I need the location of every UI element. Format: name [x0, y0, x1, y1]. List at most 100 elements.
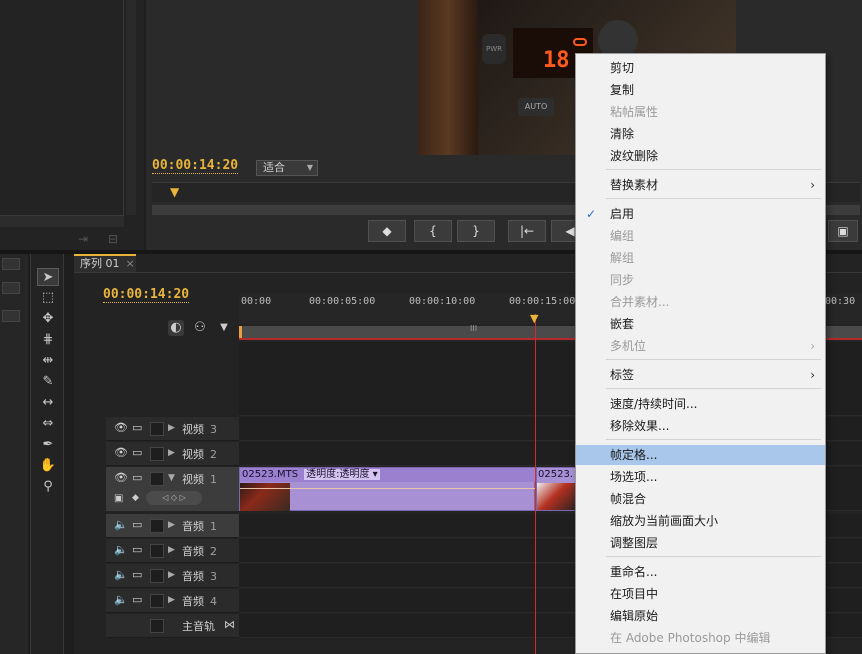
menu-item-label[interactable]: 标签 › [576, 365, 825, 385]
track-lock-box[interactable] [150, 472, 164, 486]
menu-item-clear[interactable]: 清除 [576, 124, 825, 144]
track-header-audio3[interactable]: 🔈 ▭ ▶ 音频 3 [106, 564, 239, 588]
strip-control[interactable] [2, 282, 20, 294]
track-header-audio1[interactable]: 🔈 ▭ ▶ 音频 1 [106, 514, 239, 538]
expand-triangle-icon[interactable]: ▶ [168, 545, 175, 555]
project-panel-vscroll[interactable] [126, 0, 136, 215]
set-marker-icon[interactable]: ▼ [216, 320, 232, 336]
project-panel-hscroll[interactable] [0, 215, 124, 227]
speaker-icon[interactable]: 🔈 [114, 543, 128, 556]
eye-icon[interactable]: 👁 [114, 421, 128, 434]
strip-control[interactable] [2, 258, 20, 270]
menu-item-multi-camera[interactable]: 多机位 › [576, 336, 825, 356]
track-header-video1[interactable]: 👁 ▭ ▼ 视频 1 ▣ ◆ ◁ ◇ ▷ [106, 467, 239, 511]
tab-close-icon[interactable]: × [126, 257, 135, 270]
menu-item-field-options[interactable]: 场选项... [576, 467, 825, 487]
sync-lock-icon[interactable]: ▭ [132, 446, 142, 459]
track-header-video3[interactable]: 👁 ▭ ▶ 视频 3 [106, 417, 239, 441]
collapse-triangle-icon[interactable]: ▼ [168, 473, 175, 483]
menu-item-reveal-in-project[interactable]: 在项目中 [576, 584, 825, 604]
menu-item-edit-original[interactable]: 编辑原始 [576, 606, 825, 626]
track-header-master[interactable]: 主音轨 ⋈ [106, 614, 239, 638]
video-clip[interactable]: 02523. [536, 467, 576, 511]
eye-icon[interactable]: 👁 [114, 446, 128, 459]
track-lock-box[interactable] [150, 594, 164, 608]
track-lock-box[interactable] [150, 569, 164, 583]
sequence-tab[interactable]: 序列 01 × [74, 254, 136, 272]
snap-icon[interactable]: ◐ [168, 320, 184, 336]
menu-item-merge-clips[interactable]: 合并素材... [576, 292, 825, 312]
menu-item-enable[interactable]: ✓ 启用 [576, 204, 825, 224]
rolling-edit-tool-icon[interactable]: ⋕ [37, 331, 59, 349]
menu-item-paste-attributes[interactable]: 粘帖属性 [576, 102, 825, 122]
track-header-video2[interactable]: 👁 ▭ ▶ 视频 2 [106, 442, 239, 466]
zoom-tool-icon[interactable]: ⚲ [37, 478, 59, 496]
slip-tool-icon[interactable]: ↔ [37, 394, 59, 412]
menu-item-ripple-delete[interactable]: 波纹删除 [576, 146, 825, 166]
strip-control[interactable] [2, 310, 20, 322]
track-header-audio4[interactable]: 🔈 ▭ ▶ 音频 4 [106, 589, 239, 613]
speaker-icon[interactable]: 🔈 [114, 518, 128, 531]
hand-tool-icon[interactable]: ✋ [37, 457, 59, 475]
program-playhead-icon[interactable]: ▼ [170, 186, 180, 200]
rate-stretch-tool-icon[interactable]: ⇹ [37, 352, 59, 370]
master-mix-icon[interactable]: ⋈ [224, 618, 235, 631]
playhead-line[interactable] [535, 314, 536, 654]
sync-lock-icon[interactable]: ▭ [132, 568, 142, 581]
menu-item-cut[interactable]: 剪切 [576, 58, 825, 78]
eye-icon[interactable]: 👁 [114, 471, 128, 484]
keyframe-nav-icon[interactable]: ◆ [132, 493, 139, 503]
track-select-tool-icon[interactable]: ⬚ [37, 289, 59, 307]
video-clip[interactable]: 02523.MTS 透明度:透明度 ▾ [239, 467, 536, 511]
menu-item-group[interactable]: 编组 [576, 226, 825, 246]
menu-item-replace-footage[interactable]: 替换素材 › [576, 175, 825, 195]
menu-item-frame-hold[interactable]: 帧定格... [576, 445, 825, 465]
track-lock-box[interactable] [150, 544, 164, 558]
expand-triangle-icon[interactable]: ▶ [168, 570, 175, 580]
track-lock-box[interactable] [150, 447, 164, 461]
mark-in-button[interactable]: { [414, 220, 452, 242]
menu-item-remove-effects[interactable]: 移除效果... [576, 416, 825, 436]
playhead-icon[interactable]: ▼ [530, 312, 538, 325]
menu-item-scale-to-frame-size[interactable]: 缩放为当前画面大小 [576, 511, 825, 531]
sync-lock-icon[interactable]: ▭ [132, 421, 142, 434]
menu-item-edit-in-photoshop[interactable]: 在 Adobe Photoshop 中编辑 [576, 628, 825, 648]
keyframe-navigator[interactable]: ◁ ◇ ▷ [146, 491, 202, 505]
sync-lock-icon[interactable]: ▭ [132, 593, 142, 606]
track-lock-box[interactable] [150, 519, 164, 533]
menu-item-frame-blend[interactable]: 帧混合 [576, 489, 825, 509]
pen-tool-icon[interactable]: ✒ [37, 436, 59, 454]
add-marker-button[interactable]: ◆ [368, 220, 406, 242]
keyframe-display-icon[interactable]: ▣ [114, 493, 123, 504]
speaker-icon[interactable]: 🔈 [114, 568, 128, 581]
track-lock-box[interactable] [150, 619, 164, 633]
ripple-edit-tool-icon[interactable]: ✥ [37, 310, 59, 328]
menu-item-copy[interactable]: 复制 [576, 80, 825, 100]
slide-tool-icon[interactable]: ⇔ [37, 415, 59, 433]
menu-item-synchronize[interactable]: 同步 [576, 270, 825, 290]
expand-triangle-icon[interactable]: ▶ [168, 423, 175, 433]
selection-tool-icon[interactable]: ➤ [37, 268, 59, 286]
expand-triangle-icon[interactable]: ▶ [168, 520, 175, 530]
menu-item-nest[interactable]: 嵌套 [576, 314, 825, 334]
sync-lock-icon[interactable]: ▭ [132, 518, 142, 531]
menu-item-ungroup[interactable]: 解组 [576, 248, 825, 268]
menu-item-adjustment-layer[interactable]: 调整图层 [576, 533, 825, 553]
speaker-icon[interactable]: 🔈 [114, 593, 128, 606]
menu-item-speed-duration[interactable]: 速度/持续时间... [576, 394, 825, 414]
fit-select[interactable]: 适合 [256, 160, 318, 176]
menu-item-rename[interactable]: 重命名... [576, 562, 825, 582]
expand-triangle-icon[interactable]: ▶ [168, 595, 175, 605]
marker-icon[interactable]: ⚇ [192, 320, 208, 336]
sync-lock-icon[interactable]: ▭ [132, 471, 142, 484]
razor-tool-icon[interactable]: ✎ [37, 373, 59, 391]
sync-lock-icon[interactable]: ▭ [132, 543, 142, 556]
expand-triangle-icon[interactable]: ▶ [168, 448, 175, 458]
track-lock-box[interactable] [150, 422, 164, 436]
track-header-audio2[interactable]: 🔈 ▭ ▶ 音频 2 [106, 539, 239, 563]
program-timecode[interactable]: 00:00:14:20 [152, 158, 239, 174]
timeline-timecode[interactable]: 00:00:14:20 [103, 287, 190, 303]
mark-out-button[interactable]: } [457, 220, 495, 242]
opacity-rubberband[interactable] [240, 488, 536, 489]
export-frame-camera-icon[interactable]: ▣ [828, 220, 858, 242]
